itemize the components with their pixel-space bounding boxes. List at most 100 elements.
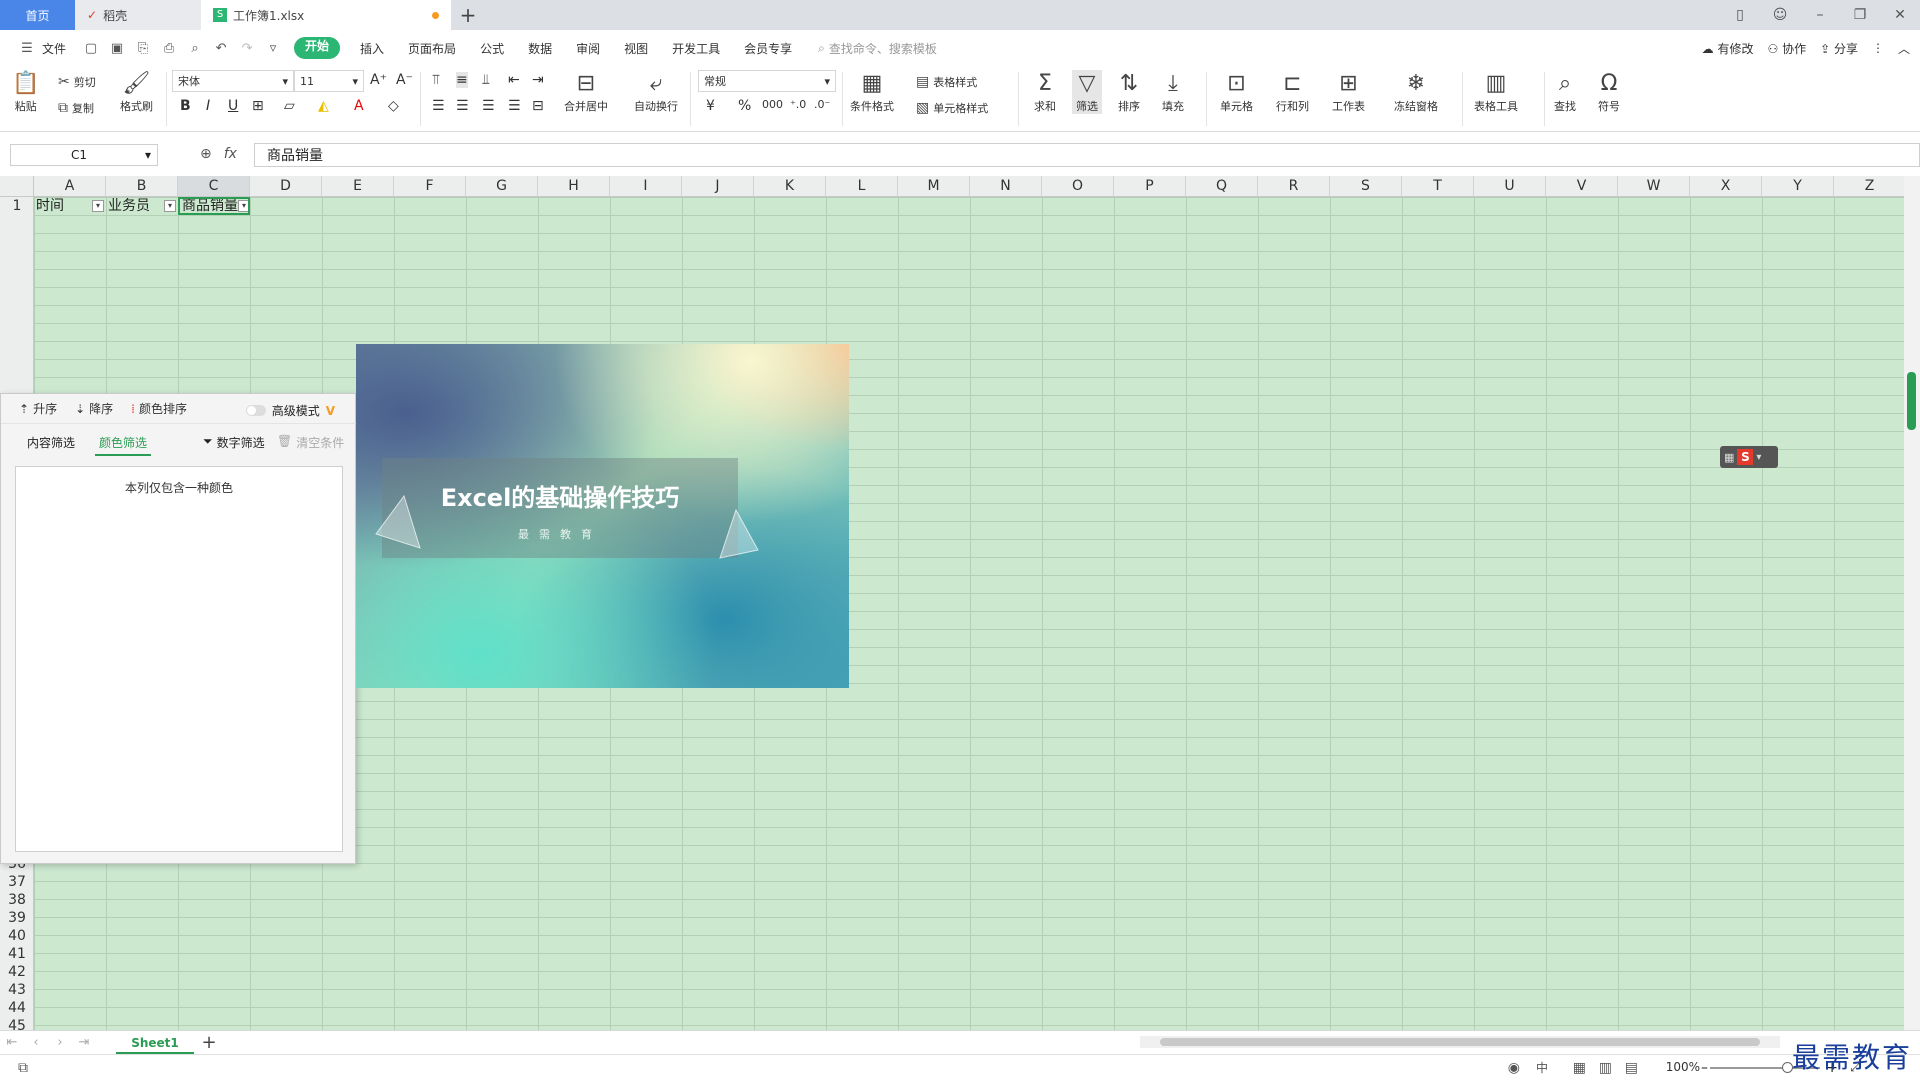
bold-icon[interactable]: B (180, 98, 191, 114)
column-header-c[interactable]: C (178, 176, 250, 196)
restore-icon[interactable]: ❐ (1840, 7, 1880, 23)
column-header-p[interactable]: P (1114, 176, 1186, 196)
toggle-switch[interactable] (245, 405, 266, 416)
redo-icon[interactable]: ↷ (234, 41, 260, 56)
undo-icon[interactable]: ↶ (208, 41, 234, 56)
align-top-icon[interactable]: ⫪ (432, 72, 440, 88)
row-header-40[interactable]: 40 (0, 927, 34, 945)
column-header-g[interactable]: G (466, 176, 538, 196)
distributed-icon[interactable]: ⊟ (532, 98, 544, 114)
column-header-b[interactable]: B (106, 176, 178, 196)
sort-desc-button[interactable]: ⇣ 降序 (75, 400, 113, 417)
shape-icon[interactable]: ▱ (284, 98, 295, 114)
percent-icon[interactable]: % (738, 98, 751, 114)
column-header-m[interactable]: M (898, 176, 970, 196)
select-all-corner[interactable] (0, 176, 34, 197)
table-tools-button[interactable]: ▥ 表格工具 (1474, 70, 1518, 114)
worksheet-button[interactable]: ⊞ 工作表 (1332, 70, 1365, 114)
input-mode-icon[interactable]: 中 (1536, 1059, 1548, 1076)
align-bottom-icon[interactable]: ⫫ (482, 72, 490, 88)
filter-dropdown-icon[interactable]: ▾ (238, 200, 248, 212)
sheet-tab-sheet1[interactable]: Sheet1 (116, 1031, 194, 1054)
column-header-x[interactable]: X (1690, 176, 1762, 196)
embedded-banner-image[interactable]: Excel的基础操作技巧 最需教育 (356, 344, 849, 688)
paste-button[interactable]: 📋 粘贴 (12, 70, 39, 114)
decrease-decimal-icon[interactable]: .0⁻ (814, 98, 830, 111)
name-box[interactable]: C1 ▾ (10, 144, 158, 166)
collapse-ribbon-icon[interactable]: ︿ (1898, 40, 1910, 57)
tab-daoke[interactable]: ✓ 稻壳 (75, 0, 201, 30)
thousands-icon[interactable]: 000 (762, 98, 783, 111)
sum-button[interactable]: Σ 求和 (1034, 70, 1056, 114)
tab-content-filter[interactable]: 内容筛选 (23, 434, 79, 456)
tab-document[interactable]: S 工作簿1.xlsx (201, 0, 451, 30)
eye-protect-icon[interactable]: ◉ (1508, 1060, 1520, 1076)
wrap-text-button[interactable]: ⤶ 自动换行 (634, 70, 678, 114)
hamburger-menu-icon[interactable]: ☰ (14, 41, 40, 56)
column-header-t[interactable]: T (1402, 176, 1474, 196)
collaborate-button[interactable]: ⚇ 协作 (1768, 40, 1807, 57)
normal-view-icon[interactable]: ▦ (1573, 1060, 1586, 1076)
cell-style-button[interactable]: ▧ 单元格样式 (916, 100, 988, 116)
column-header-d[interactable]: D (250, 176, 322, 196)
menu-data[interactable]: 数据 (516, 30, 564, 66)
horizontal-scroll-thumb[interactable] (1160, 1038, 1760, 1046)
column-header-a[interactable]: A (34, 176, 106, 196)
menu-home[interactable]: 开始 (294, 37, 341, 59)
cell-c1-selected[interactable]: 商品销量 ▾ (178, 197, 250, 215)
currency-icon[interactable]: ¥ (706, 98, 715, 114)
zoom-level[interactable]: 100% (1666, 1060, 1700, 1074)
copy-button[interactable]: ⧉ 复制 (58, 100, 94, 116)
tab-color-filter[interactable]: 颜色筛选 (95, 434, 152, 456)
format-painter-button[interactable]: 🖌 格式刷 (120, 70, 153, 114)
share-button[interactable]: ⇪ 分享 (1820, 40, 1858, 57)
align-middle-icon[interactable]: ≡ (456, 72, 468, 88)
row-header-38[interactable]: 38 (0, 891, 34, 909)
number-format-select[interactable]: 常规 ▾ (698, 70, 836, 92)
color-sort-button[interactable]: ⁞ 颜色排序 (131, 400, 187, 417)
find-button[interactable]: ⌕ 查找 (1554, 70, 1576, 114)
cell-a1[interactable]: 时间 ▾ (34, 197, 106, 215)
column-header-i[interactable]: I (610, 176, 682, 196)
merge-center-button[interactable]: ⊟ 合并居中 (564, 70, 608, 114)
column-header-q[interactable]: Q (1186, 176, 1258, 196)
vertical-scroll-thumb[interactable] (1907, 372, 1916, 430)
column-header-n[interactable]: N (970, 176, 1042, 196)
menu-view[interactable]: 视图 (612, 30, 660, 66)
filter-button[interactable]: ▽ 筛选 (1072, 70, 1102, 114)
filter-dropdown-icon[interactable]: ▾ (164, 200, 176, 212)
column-header-y[interactable]: Y (1762, 176, 1834, 196)
cell-b1[interactable]: 业务员 ▾ (106, 197, 178, 215)
menu-file[interactable]: 文件 (40, 30, 78, 66)
row-col-button[interactable]: ⊏ 行和列 (1276, 70, 1309, 114)
add-sheet-button[interactable]: + (194, 1032, 224, 1053)
column-header-s[interactable]: S (1330, 176, 1402, 196)
formula-input[interactable]: 商品销量 (254, 143, 1920, 167)
font-size-select[interactable]: 11 ▾ (294, 70, 364, 92)
row-header-43[interactable]: 43 (0, 981, 34, 999)
export-icon[interactable]: ⎘ (130, 41, 156, 56)
row-header-39[interactable]: 39 (0, 909, 34, 927)
increase-font-icon[interactable]: A⁺ (370, 72, 387, 88)
close-icon[interactable]: ✕ (1880, 7, 1920, 23)
row-header-44[interactable]: 44 (0, 999, 34, 1017)
vertical-scrollbar[interactable] (1904, 176, 1920, 1032)
justify-icon[interactable]: ☰ (508, 98, 521, 114)
column-header-l[interactable]: L (826, 176, 898, 196)
row-header-1[interactable]: 1 (0, 197, 34, 215)
column-header-f[interactable]: F (394, 176, 466, 196)
freeze-panes-button[interactable]: ❄ 冻结窗格 (1394, 70, 1438, 114)
more-icon[interactable]: ⋮ (1872, 41, 1884, 55)
zoom-out-icon[interactable]: – (1701, 1060, 1708, 1076)
new-tab-button[interactable]: + (451, 0, 485, 30)
border-icon[interactable]: ⊞ (252, 98, 264, 114)
cut-button[interactable]: ✂ 剪切 (58, 74, 96, 90)
clear-format-icon[interactable]: ◇ (388, 98, 399, 114)
conditional-format-button[interactable]: ▦ 条件格式 (850, 70, 894, 114)
column-header-r[interactable]: R (1258, 176, 1330, 196)
last-sheet-icon[interactable]: ⇥ (72, 1035, 96, 1050)
column-header-h[interactable]: H (538, 176, 610, 196)
menu-insert[interactable]: 插入 (348, 30, 396, 66)
horizontal-scrollbar[interactable] (1140, 1036, 1780, 1048)
ime-floating-bar[interactable]: ▦ S ▾ (1720, 446, 1778, 468)
